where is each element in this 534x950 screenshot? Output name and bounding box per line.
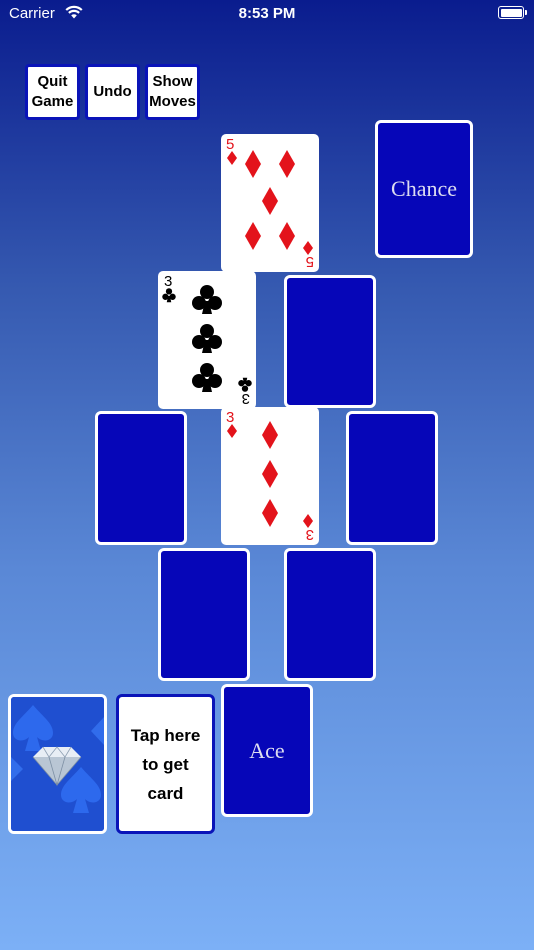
diamond-gem-icon xyxy=(11,697,104,831)
rank-label-inverted: 3 xyxy=(242,390,250,407)
corner-diamond-icon xyxy=(227,151,237,165)
chance-card[interactable]: Chance xyxy=(375,120,473,258)
pip-clubs-icon xyxy=(192,285,222,392)
corner-diamond-icon xyxy=(227,424,237,438)
face-down-card[interactable] xyxy=(284,548,376,681)
corner-club-icon xyxy=(162,288,176,303)
card-5-diamonds[interactable]: 5 5 xyxy=(221,134,319,272)
card-3-clubs[interactable]: 3 3 xyxy=(158,271,256,409)
ace-card[interactable]: Ace xyxy=(221,684,313,817)
rank-label-inverted: 3 xyxy=(306,526,314,543)
face-down-card[interactable] xyxy=(95,411,187,545)
face-down-card[interactable] xyxy=(284,275,376,408)
pip-diamonds-icon xyxy=(262,421,278,527)
rank-label: 3 xyxy=(226,409,234,426)
quit-game-button[interactable]: Quit Game xyxy=(25,64,80,120)
show-moves-button[interactable]: Show Moves xyxy=(145,64,200,120)
card-3-diamonds-art: 3 3 xyxy=(226,409,314,543)
rank-label: 3 xyxy=(164,273,172,290)
card-3-diamonds[interactable]: 3 3 xyxy=(221,407,319,545)
chance-label: Chance xyxy=(391,176,457,201)
get-card-button[interactable]: Tap here to get card xyxy=(116,694,215,834)
battery-icon xyxy=(498,6,527,19)
card-3-clubs-art: 3 3 xyxy=(162,273,252,407)
undo-button[interactable]: Undo xyxy=(85,64,140,120)
pip-diamonds-icon xyxy=(245,150,295,250)
face-down-card[interactable] xyxy=(158,548,250,681)
card-5-diamonds-art: 5 5 xyxy=(226,136,314,270)
status-bar: Carrier 8:53 PM xyxy=(0,0,534,28)
ace-label: Ace xyxy=(249,737,285,763)
clock: 8:53 PM xyxy=(238,5,296,22)
rank-label: 5 xyxy=(226,136,234,153)
face-down-card[interactable] xyxy=(346,411,438,545)
deck-pile[interactable] xyxy=(8,694,107,834)
rank-label-inverted: 5 xyxy=(306,253,314,270)
